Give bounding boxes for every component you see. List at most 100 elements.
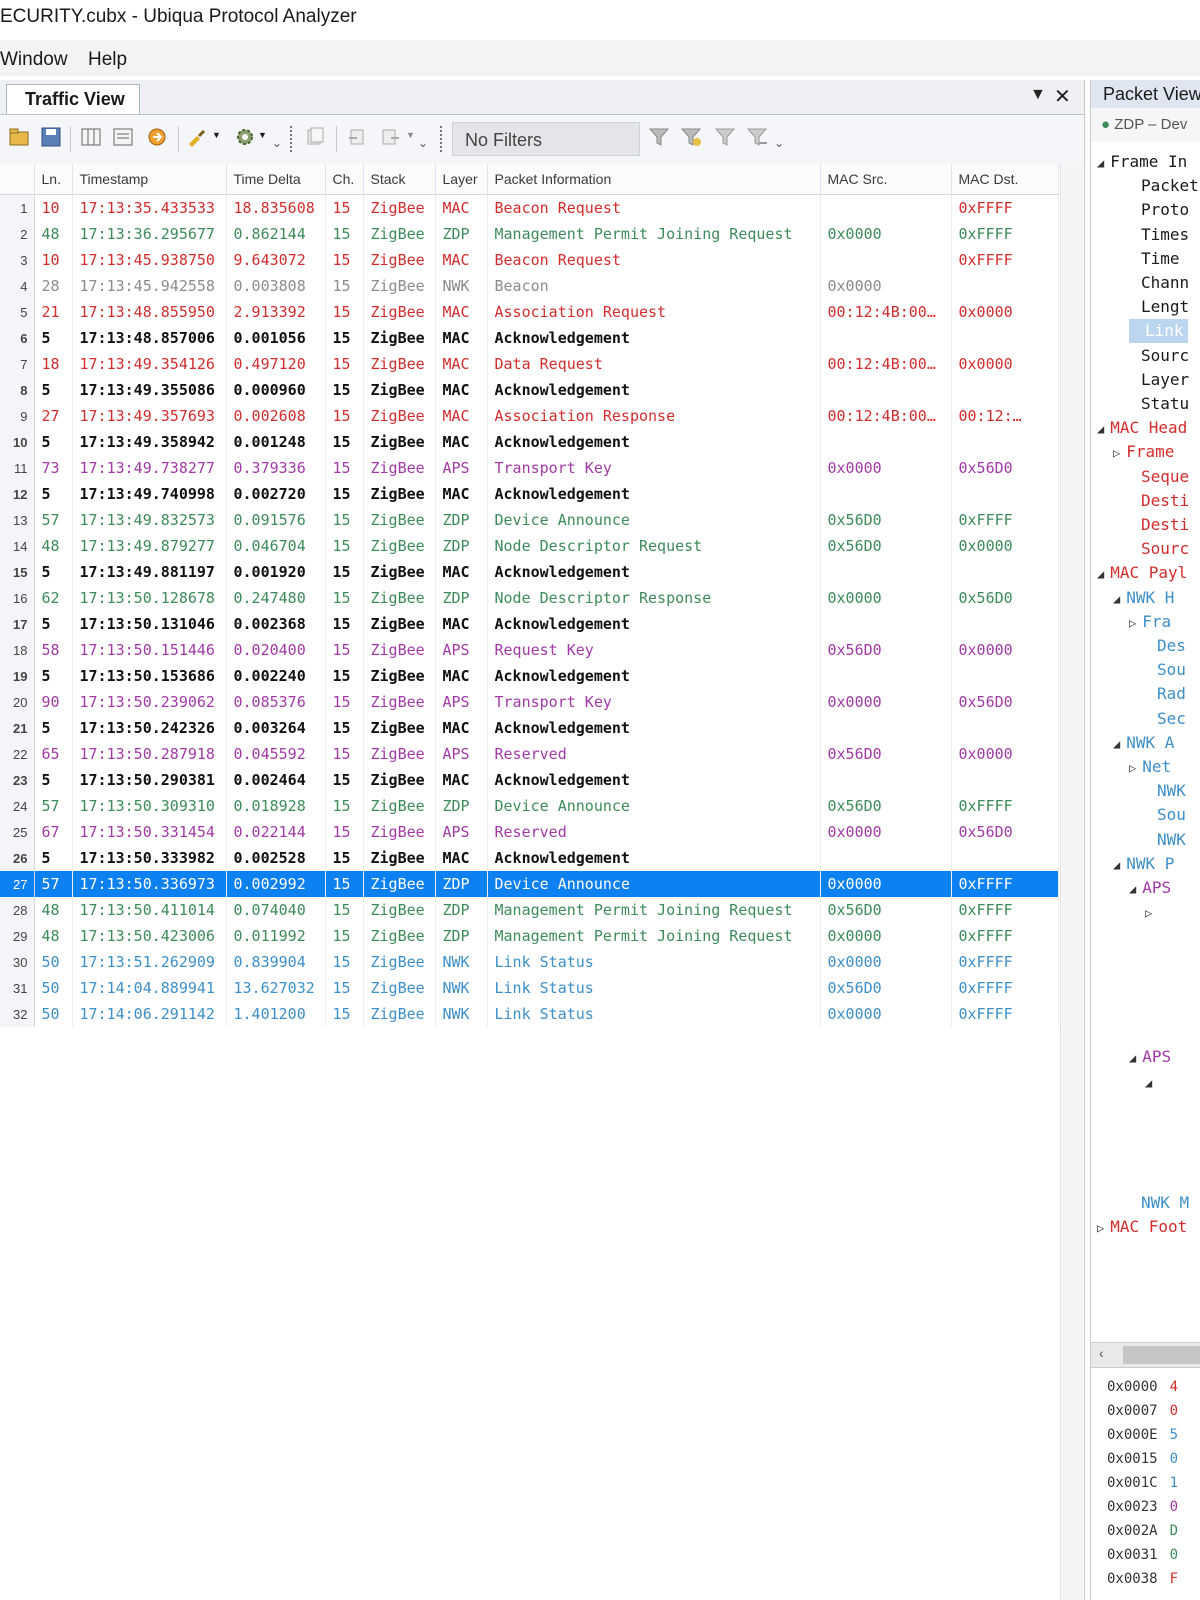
table-row[interactable]: 17 5 17:13:50.131046 0.002368 15 ZigBee MAC Ack…: [0, 611, 1059, 637]
save-icon[interactable]: [40, 126, 62, 148]
collapse-arrow-icon[interactable]: ◢: [1097, 156, 1104, 170]
tree-node[interactable]: Desti: [1129, 513, 1189, 537]
hex-row[interactable]: 0x0007 0: [1107, 1399, 1178, 1423]
col-header-time-delta[interactable]: Time Delta: [226, 164, 326, 195]
tree-node[interactable]: [1145, 949, 1157, 973]
tree-node[interactable]: Sourc: [1129, 537, 1189, 561]
tree-node[interactable]: [1145, 1021, 1157, 1045]
expand-arrow-icon[interactable]: ▷: [1129, 616, 1136, 630]
tree-node[interactable]: ◢ Frame In: [1097, 150, 1187, 174]
tree-node[interactable]: Lengt: [1129, 295, 1189, 319]
table-row[interactable]: 1 10 17:13:35.433533 18.835608 15 ZigBee MAC Be…: [0, 194, 1059, 221]
tree-node[interactable]: Times: [1129, 223, 1189, 247]
col-header-packet-info[interactable]: Packet Information: [487, 164, 821, 195]
tree-node[interactable]: Des: [1145, 634, 1186, 658]
hex-row[interactable]: 0x0038 F: [1107, 1567, 1178, 1591]
table-row[interactable]: 13 57 17:13:49.832573 0.091576 15 ZigBee ZDP De…: [0, 507, 1059, 533]
col-header-layer[interactable]: Layer: [435, 164, 488, 195]
collapse-arrow-icon[interactable]: ◢: [1129, 1051, 1136, 1065]
table-row[interactable]: 14 48 17:13:49.879277 0.046704 15 ZigBee ZDP No…: [0, 533, 1059, 559]
tree-node[interactable]: ◢ APS: [1129, 1045, 1171, 1069]
filter-icon[interactable]: [648, 126, 670, 148]
table-row[interactable]: 27 57 17:13:50.336973 0.002992 15 ZigBee ZDP De…: [0, 871, 1059, 897]
menu-help[interactable]: Help: [88, 40, 127, 80]
collapse-arrow-icon[interactable]: ◢: [1145, 1076, 1152, 1090]
tree-node[interactable]: ◢ MAC Head: [1097, 416, 1187, 440]
table-row[interactable]: 19 5 17:13:50.153686 0.002240 15 ZigBee MAC Ack…: [0, 663, 1059, 689]
tree-node[interactable]: ◢ NWK A: [1113, 731, 1174, 755]
table-row[interactable]: 5 21 17:13:48.855950 2.913392 15 ZigBee MAC Ass…: [0, 299, 1059, 325]
col-header-mac-dst[interactable]: MAC Dst.: [951, 164, 1059, 195]
open-file-icon[interactable]: [8, 126, 30, 148]
table-row[interactable]: 26 5 17:13:50.333982 0.002528 15 ZigBee MAC Ack…: [0, 845, 1059, 871]
table-row[interactable]: 4 28 17:13:45.942558 0.003808 15 ZigBee NWK Bea…: [0, 273, 1059, 299]
hex-row[interactable]: 0x0031 0: [1107, 1543, 1178, 1567]
tree-node[interactable]: [1145, 1094, 1157, 1118]
tree-node[interactable]: Seque: [1129, 465, 1189, 489]
table-row[interactable]: 32 50 17:14:06.291142 1.401200 15 ZigBee NWK Li…: [0, 1001, 1059, 1027]
collapse-arrow-icon[interactable]: ◢: [1097, 422, 1104, 436]
table-row[interactable]: 2 48 17:13:36.295677 0.862144 15 ZigBee ZDP Man…: [0, 221, 1059, 247]
tree-node[interactable]: Chann: [1129, 271, 1189, 295]
tree-node[interactable]: Sou: [1145, 658, 1186, 682]
filter-add-icon[interactable]: [680, 126, 702, 148]
tree-node[interactable]: NWK: [1145, 828, 1186, 852]
filter-remove-icon[interactable]: [746, 126, 768, 148]
tree-node[interactable]: [1145, 997, 1157, 1021]
tree-node[interactable]: Time: [1129, 247, 1180, 271]
export-icon[interactable]: [146, 126, 168, 148]
table-row[interactable]: 10 5 17:13:49.358942 0.001248 15 ZigBee MAC Ack…: [0, 429, 1059, 455]
tree-node[interactable]: [1145, 1166, 1157, 1190]
collapse-arrow-icon[interactable]: ◢: [1129, 882, 1136, 896]
expand-arrow-icon[interactable]: ▷: [1145, 906, 1152, 920]
menu-window[interactable]: Window: [0, 40, 68, 80]
colorize-icon[interactable]: [186, 126, 208, 148]
tree-node[interactable]: ▷ MAC Foot: [1097, 1215, 1187, 1239]
tab-traffic-view[interactable]: Traffic View: [6, 84, 140, 114]
table-row[interactable]: 8 5 17:13:49.355086 0.000960 15 ZigBee MAC Ackn…: [0, 377, 1059, 403]
table-row[interactable]: 25 67 17:13:50.331454 0.022144 15 ZigBee APS Re…: [0, 819, 1059, 845]
tree-node[interactable]: ▷: [1145, 900, 1158, 924]
tree-node[interactable]: Statu: [1129, 392, 1189, 416]
tree-node[interactable]: Sou: [1145, 803, 1186, 827]
tree-node[interactable]: ◢ MAC Payl: [1097, 561, 1187, 585]
tree-node[interactable]: ▷ Frame: [1113, 440, 1174, 464]
table-row[interactable]: 7 18 17:13:49.354126 0.497120 15 ZigBee MAC Dat…: [0, 351, 1059, 377]
expand-arrow-icon[interactable]: ▷: [1129, 761, 1136, 775]
table-row[interactable]: 31 50 17:14:04.889941 13.627032 15 ZigBee NWK L…: [0, 975, 1059, 1001]
tree-node[interactable]: ◢ NWK H: [1113, 586, 1174, 610]
col-header-channel[interactable]: Ch.: [325, 164, 364, 195]
tree-node[interactable]: NWK: [1145, 779, 1186, 803]
collapse-arrow-icon[interactable]: ◢: [1113, 737, 1120, 751]
table-row[interactable]: 21 5 17:13:50.242326 0.003264 15 ZigBee MAC Ack…: [0, 715, 1059, 741]
collapse-arrow-icon[interactable]: ◢: [1097, 567, 1104, 581]
table-row[interactable]: 3 10 17:13:45.938750 9.643072 15 ZigBee MAC Bea…: [0, 247, 1059, 273]
table-row[interactable]: 23 5 17:13:50.290381 0.002464 15 ZigBee MAC Ack…: [0, 767, 1059, 793]
tree-node[interactable]: ▷ Fra: [1129, 610, 1171, 634]
table-row[interactable]: 18 58 17:13:50.151446 0.020400 15 ZigBee APS Re…: [0, 637, 1059, 663]
tree-horizontal-scrollbar[interactable]: ‹: [1091, 1342, 1200, 1368]
hex-row[interactable]: 0x0015 0: [1107, 1447, 1178, 1471]
table-row[interactable]: 24 57 17:13:50.309310 0.018928 15 ZigBee ZDP De…: [0, 793, 1059, 819]
forward-icon[interactable]: [380, 126, 402, 148]
tree-node[interactable]: NWK M: [1129, 1191, 1189, 1215]
details-icon[interactable]: [112, 126, 134, 148]
hex-row[interactable]: 0x0023 0: [1107, 1495, 1178, 1519]
hex-row[interactable]: 0x0000 4: [1107, 1375, 1178, 1399]
tree-node[interactable]: Sourc: [1129, 344, 1189, 368]
hex-row[interactable]: 0x000E 5: [1107, 1423, 1178, 1447]
filter-input[interactable]: No Filters: [452, 122, 640, 156]
close-icon[interactable]: ✕: [1054, 84, 1071, 109]
col-header-mac-src[interactable]: MAC Src.: [820, 164, 952, 195]
table-row[interactable]: 28 48 17:13:50.411014 0.074040 15 ZigBee ZDP Ma…: [0, 897, 1059, 923]
table-row[interactable]: 11 73 17:13:49.738277 0.379336 15 ZigBee APS Tr…: [0, 455, 1059, 481]
table-row[interactable]: 16 62 17:13:50.128678 0.247480 15 ZigBee ZDP No…: [0, 585, 1059, 611]
filter-edit-icon[interactable]: [714, 126, 736, 148]
expand-arrow-icon[interactable]: ▷: [1097, 1221, 1104, 1235]
tree-node[interactable]: Rad: [1145, 682, 1186, 706]
table-row[interactable]: 6 5 17:13:48.857006 0.001056 15 ZigBee MAC Ackn…: [0, 325, 1059, 351]
col-header-timestamp[interactable]: Timestamp: [72, 164, 227, 195]
table-row[interactable]: 20 90 17:13:50.239062 0.085376 15 ZigBee APS Tr…: [0, 689, 1059, 715]
table-row[interactable]: 9 27 17:13:49.357693 0.002608 15 ZigBee MAC Ass…: [0, 403, 1059, 429]
tree-node[interactable]: [1145, 1118, 1157, 1142]
